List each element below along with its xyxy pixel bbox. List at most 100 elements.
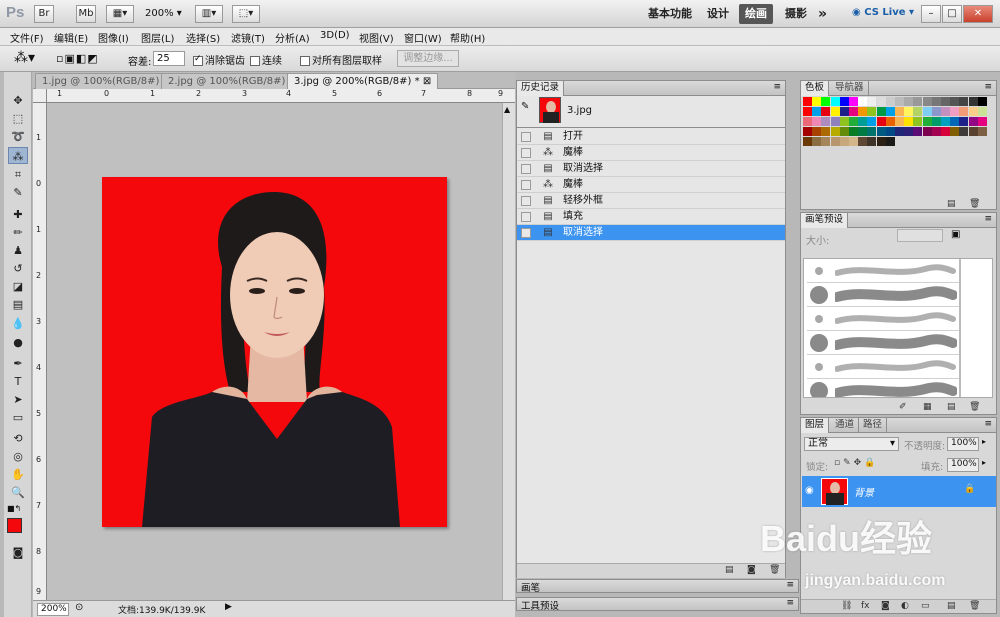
panel-menu-icon[interactable]: ≡ [773,82,781,92]
swatch[interactable] [803,97,812,106]
workspace-painting[interactable]: 绘画 [739,4,773,24]
swatch[interactable] [858,107,868,116]
swatch[interactable] [876,117,886,126]
swatch[interactable] [812,117,822,126]
view-extras-button[interactable]: ▦▾ [106,5,134,23]
swatch[interactable] [977,107,987,116]
swatch[interactable] [839,107,849,116]
selection-mode-buttons[interactable]: ▫▣◧◩ [56,52,99,65]
tab-layers[interactable]: 图层 [801,418,830,433]
history-brush-tool-icon[interactable]: ↺ [8,260,28,277]
swatch[interactable] [812,127,822,136]
bridge-button[interactable]: Br [34,5,54,23]
menu-window[interactable]: 窗口(W) [404,30,442,45]
swatch[interactable] [867,117,877,126]
quick-mask-icon[interactable]: ◙ [8,544,28,561]
swatch[interactable] [858,137,868,146]
history-step-deselect[interactable]: ▤ 取消选择 [517,161,785,177]
gradient-tool-icon[interactable]: ▤ [8,296,28,313]
brush-size-field[interactable] [897,229,943,242]
crop-tool-icon[interactable]: ⌗ [8,166,28,183]
swatch[interactable] [803,127,812,136]
blend-mode-select[interactable]: 正常 ▾ [804,437,899,451]
swatch[interactable] [931,117,941,126]
swatch[interactable] [830,137,840,146]
tolerance-input[interactable]: 25 [153,51,185,66]
fill-arrow-icon[interactable]: ▸ [982,458,986,467]
swatch[interactable] [821,117,831,126]
swatch[interactable] [839,97,849,106]
swatch[interactable] [895,127,904,136]
swatch[interactable] [867,137,877,146]
brush-tool-icon[interactable]: ✏ [8,224,28,241]
swatch[interactable] [922,107,932,116]
3d-rotate-tool-icon[interactable]: ⟲ [8,430,28,447]
history-state-checkbox[interactable] [521,228,531,238]
tool-presets-panel-collapsed[interactable]: 工具预设 ≡ [516,597,799,612]
swatch[interactable] [821,107,831,116]
swatch[interactable] [849,137,858,146]
swatch[interactable] [922,97,932,106]
fill-field[interactable]: 100% [947,458,979,472]
swatch[interactable] [904,97,914,106]
swatch-grid[interactable] [803,97,988,197]
swatch[interactable] [959,117,969,126]
cs-live-button[interactable]: ◉ CS Live ▾ [852,7,914,18]
swatch[interactable] [977,117,987,126]
minimize-button[interactable]: – [921,5,941,23]
history-step-deselect[interactable]: ▤ 取消选择 [517,225,785,241]
tab-history[interactable]: 历史记录 [517,81,565,96]
menu-layer[interactable]: 图层(L) [141,30,174,45]
workspace-photography[interactable]: 摄影 [779,4,813,24]
mask-icon[interactable]: ◙ [881,601,890,611]
swatch[interactable] [821,97,831,106]
lock-icons[interactable]: ▫✎✥🔒 [834,458,878,468]
maximize-button[interactable]: □ [942,5,962,23]
swatch[interactable] [959,107,969,116]
swatch[interactable] [895,117,904,126]
swatch[interactable] [913,97,923,106]
menu-image[interactable]: 图像(I) [98,30,129,45]
swatch[interactable] [849,107,858,116]
status-menu-arrow-icon[interactable]: ▶ [225,602,232,612]
swatch[interactable] [803,117,812,126]
close-button[interactable]: ✕ [963,5,993,23]
swatch[interactable] [977,97,987,106]
menu-filter[interactable]: 滤镜(T) [231,30,265,45]
scroll-up-icon[interactable]: ▲ [504,105,514,115]
eraser-tool-icon[interactable]: ◪ [8,278,28,295]
swatch[interactable] [830,97,840,106]
swatch[interactable] [821,137,831,146]
swatch[interactable] [941,107,950,116]
history-state-checkbox[interactable] [521,180,531,190]
arrange-documents-button[interactable]: ▥▾ [195,5,223,23]
swatch[interactable] [803,137,812,146]
new-layer-icon[interactable]: ▤ [947,601,956,611]
history-step-magic-wand[interactable]: ⁂ 魔棒 [517,177,785,193]
vertical-scrollbar[interactable]: ▲ [502,103,515,600]
swatch[interactable] [876,107,886,116]
swatch[interactable] [904,127,914,136]
swatch[interactable] [968,117,978,126]
horizontal-ruler[interactable]: 1 0 1 2 3 4 5 6 7 8 9 [47,89,515,103]
default-colors-icon[interactable]: ■↰ [7,504,21,513]
fx-icon[interactable]: fx [861,601,870,611]
adjustment-icon[interactable]: ◐ [901,601,909,611]
shape-tool-icon[interactable]: ▭ [8,409,28,426]
blur-tool-icon[interactable]: 💧 [8,315,28,332]
layer-row-background[interactable]: ◉ 背景 🔒 [802,476,996,507]
clone-stamp-tool-icon[interactable]: ♟ [8,242,28,259]
menu-analysis[interactable]: 分析(A) [275,30,310,45]
swatch[interactable] [959,127,969,136]
swatch[interactable] [812,97,822,106]
brush-options-icon[interactable]: ✐ [899,402,907,412]
eyedropper-tool-icon[interactable]: ✎ [8,184,28,201]
dodge-tool-icon[interactable]: ● [8,334,28,351]
swatch[interactable] [867,127,877,136]
swatch[interactable] [812,137,822,146]
new-brush-icon[interactable]: ▤ [947,402,956,412]
brush-preset[interactable] [807,307,960,331]
ruler-origin[interactable] [33,89,47,103]
history-state-checkbox[interactable] [521,212,531,222]
swatch[interactable] [849,97,858,106]
